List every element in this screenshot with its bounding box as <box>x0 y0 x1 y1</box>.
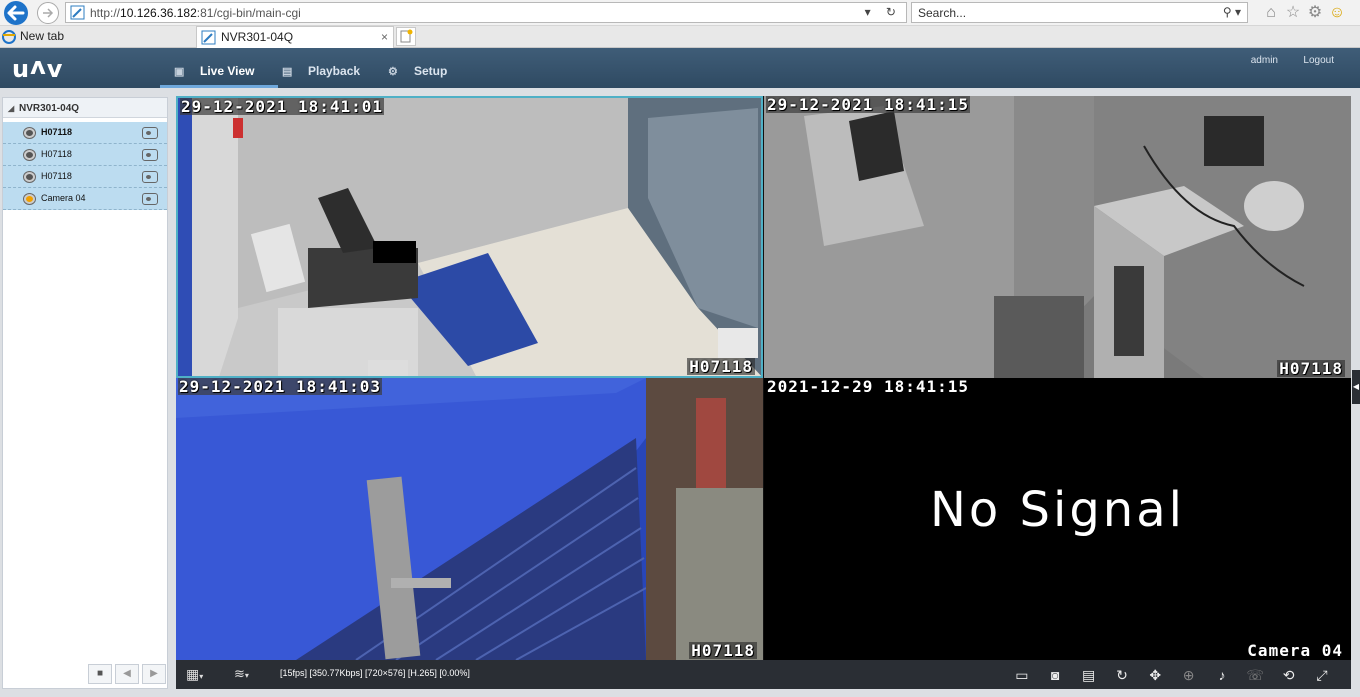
close-tab-icon[interactable]: × <box>381 27 388 48</box>
home-icon[interactable]: ⌂ <box>1260 1 1282 25</box>
video-grid: 29-12-2021 18:41:01 H07118 29-12-2021 18… <box>176 96 1351 660</box>
camera-icon <box>24 172 35 182</box>
camera-warning-icon <box>24 194 35 204</box>
username: admin <box>1250 55 1278 66</box>
video-window-2[interactable]: 29-12-2021 18:41:15 H07118 <box>764 96 1351 378</box>
monitor-icon: ▣ <box>174 66 185 78</box>
unv-logo: uvv <box>12 55 64 83</box>
snapshot-icon[interactable]: ◙ <box>1040 665 1070 685</box>
refresh-icon[interactable]: ▾ ↻ <box>865 5 902 19</box>
osd-camera-name: H07118 <box>689 641 757 660</box>
film-icon: ▤ <box>282 66 293 78</box>
search-input[interactable]: Search... ⚲ ▾ <box>911 2 1248 23</box>
settings-gear-icon[interactable]: ⚙ <box>1304 1 1326 25</box>
tab-new-tab[interactable]: New tab <box>0 26 194 48</box>
camera-label: Camera 04 <box>41 193 86 203</box>
nav-label: Playback <box>308 64 361 78</box>
url-text: http://10.126.36.182:81/cgi-bin/main-cgi <box>90 6 301 20</box>
camera-control-icon[interactable] <box>142 149 158 161</box>
record-icon[interactable]: ▤ <box>1074 665 1104 685</box>
fullscreen-icon[interactable]: ⤢ <box>1307 665 1337 685</box>
nav-playback[interactable]: ▤ Playback <box>282 48 360 88</box>
page-favicon-icon <box>70 5 85 20</box>
gear-icon: ⚙ <box>388 66 398 78</box>
osd-timestamp: 2021-12-29 18:41:15 <box>767 378 970 396</box>
next-page-button[interactable]: ▶ <box>142 664 166 684</box>
camera-item[interactable]: H07118 <box>3 122 167 144</box>
stop-all-button[interactable]: ■ <box>88 664 112 684</box>
camera-control-icon[interactable] <box>142 171 158 183</box>
digital-zoom-icon[interactable]: ⟲ <box>1274 665 1304 685</box>
tab-label: New tab <box>20 29 65 43</box>
nav-live-view[interactable]: ▣ Live View <box>160 48 278 88</box>
osd-timestamp: 29-12-2021 18:41:03 <box>178 378 383 396</box>
new-tab-button[interactable] <box>396 27 416 46</box>
no-signal-message: No Signal <box>930 482 1185 538</box>
camera-icon <box>24 128 35 138</box>
nav-setup[interactable]: ⚙ Setup <box>388 48 447 88</box>
talk-icon[interactable]: ☏ <box>1240 665 1270 685</box>
device-node[interactable]: ◢ NVR301-04Q <box>3 98 167 118</box>
camera-label: H07118 <box>41 171 72 181</box>
camera-item[interactable]: H07118 <box>3 144 167 166</box>
stream-select-icon[interactable]: ▭ <box>1007 665 1037 685</box>
osd-timestamp: 29-12-2021 18:41:15 <box>766 96 971 114</box>
osd-camera-name: Camera 04 <box>1247 641 1343 660</box>
camera-item[interactable]: H07118 <box>3 166 167 188</box>
collapse-triangle-icon[interactable]: ◢ <box>8 98 19 120</box>
osd-camera-name: H07118 <box>1277 359 1345 378</box>
prev-page-button[interactable]: ◀ <box>115 664 139 684</box>
screen-layout-button[interactable]: ▦▾ <box>186 666 212 683</box>
osd-timestamp: 29-12-2021 18:41:01 <box>180 97 385 116</box>
camera-label: H07118 <box>41 149 72 159</box>
page-favicon-icon <box>201 30 216 45</box>
video-window-1[interactable]: 29-12-2021 18:41:01 H07118 <box>176 96 763 378</box>
focus-icon[interactable]: ✥ <box>1140 665 1170 685</box>
sidebar-controls: ■ ◀ ▶ <box>88 664 166 684</box>
osd-camera-name: H07118 <box>687 357 755 376</box>
camera-feed-image <box>176 378 763 660</box>
camera-icon <box>24 150 35 160</box>
camera-list: H07118 H07118 H07118 Camera 04 <box>3 122 167 210</box>
video-window-4[interactable]: 2021-12-29 18:41:15 No Signal Camera 04 <box>764 378 1351 660</box>
back-arrow-icon[interactable] <box>1 0 31 26</box>
camera-control-icon[interactable] <box>142 193 158 205</box>
tab-nvr301[interactable]: NVR301-04Q × <box>196 26 394 48</box>
zoom-icon[interactable]: ⊕ <box>1174 665 1204 685</box>
stream-status: [15fps] [350.77Kbps] [720×576] [H.265] [… <box>280 668 470 678</box>
video-window-3[interactable]: 29-12-2021 18:41:03 H07118 <box>176 378 763 660</box>
favorites-star-icon[interactable]: ☆ <box>1282 1 1304 25</box>
camera-item[interactable]: Camera 04 <box>3 188 167 210</box>
stream-type-button[interactable]: ≋▾ <box>234 666 266 683</box>
camera-label: H07118 <box>41 127 73 137</box>
camera-feed-image <box>764 96 1351 378</box>
forward-arrow-icon[interactable] <box>36 1 60 25</box>
url-input[interactable]: http://10.126.36.182:81/cgi-bin/main-cgi… <box>65 2 907 23</box>
device-label: NVR301-04Q <box>19 103 80 114</box>
camera-feed-image <box>178 98 761 376</box>
search-placeholder: Search... <box>918 6 967 20</box>
tab-label: NVR301-04Q <box>221 30 294 44</box>
search-icon[interactable]: ⚲ ▾ <box>1223 5 1241 19</box>
privacy-mask <box>373 241 416 263</box>
browser-address-bar: http://10.126.36.182:81/cgi-bin/main-cgi… <box>0 0 1360 26</box>
nav-label: Live View <box>200 64 255 78</box>
logout-link[interactable]: Logout <box>1303 55 1334 66</box>
browser-toolbar-icons: ⌂ ☆ ⚙ ☺ <box>1260 1 1360 25</box>
camera-control-icon[interactable] <box>142 127 158 139</box>
ptz-icon[interactable]: ↻ <box>1107 665 1137 685</box>
stream-icon: ≋ <box>234 666 245 681</box>
new-tab-icon <box>400 29 413 43</box>
toolbar-actions: ▭ ◙ ▤ ↻ ✥ ⊕ ♪ ☏ ⟲ ⤢ <box>1007 665 1337 685</box>
ie-icon <box>2 30 16 44</box>
feedback-smiley-icon[interactable]: ☺ <box>1326 1 1348 25</box>
collapse-panel-handle[interactable]: ◀ <box>1352 370 1360 404</box>
app-header: uvv ▣ Live View ▤ Playback ⚙ Setup admin Lo… <box>0 48 1360 88</box>
volume-icon[interactable]: ♪ <box>1207 665 1237 685</box>
browser-tab-bar: New tab NVR301-04Q × <box>0 26 1360 48</box>
nav-label: Setup <box>414 64 448 78</box>
live-toolbar: ▦▾ ≋▾ [15fps] [350.77Kbps] [720×576] [H.… <box>176 660 1351 689</box>
device-sidebar: ◢ NVR301-04Q H07118 H07118 H07118 Camera … <box>2 97 168 689</box>
grid-layout-icon: ▦ <box>186 666 200 682</box>
